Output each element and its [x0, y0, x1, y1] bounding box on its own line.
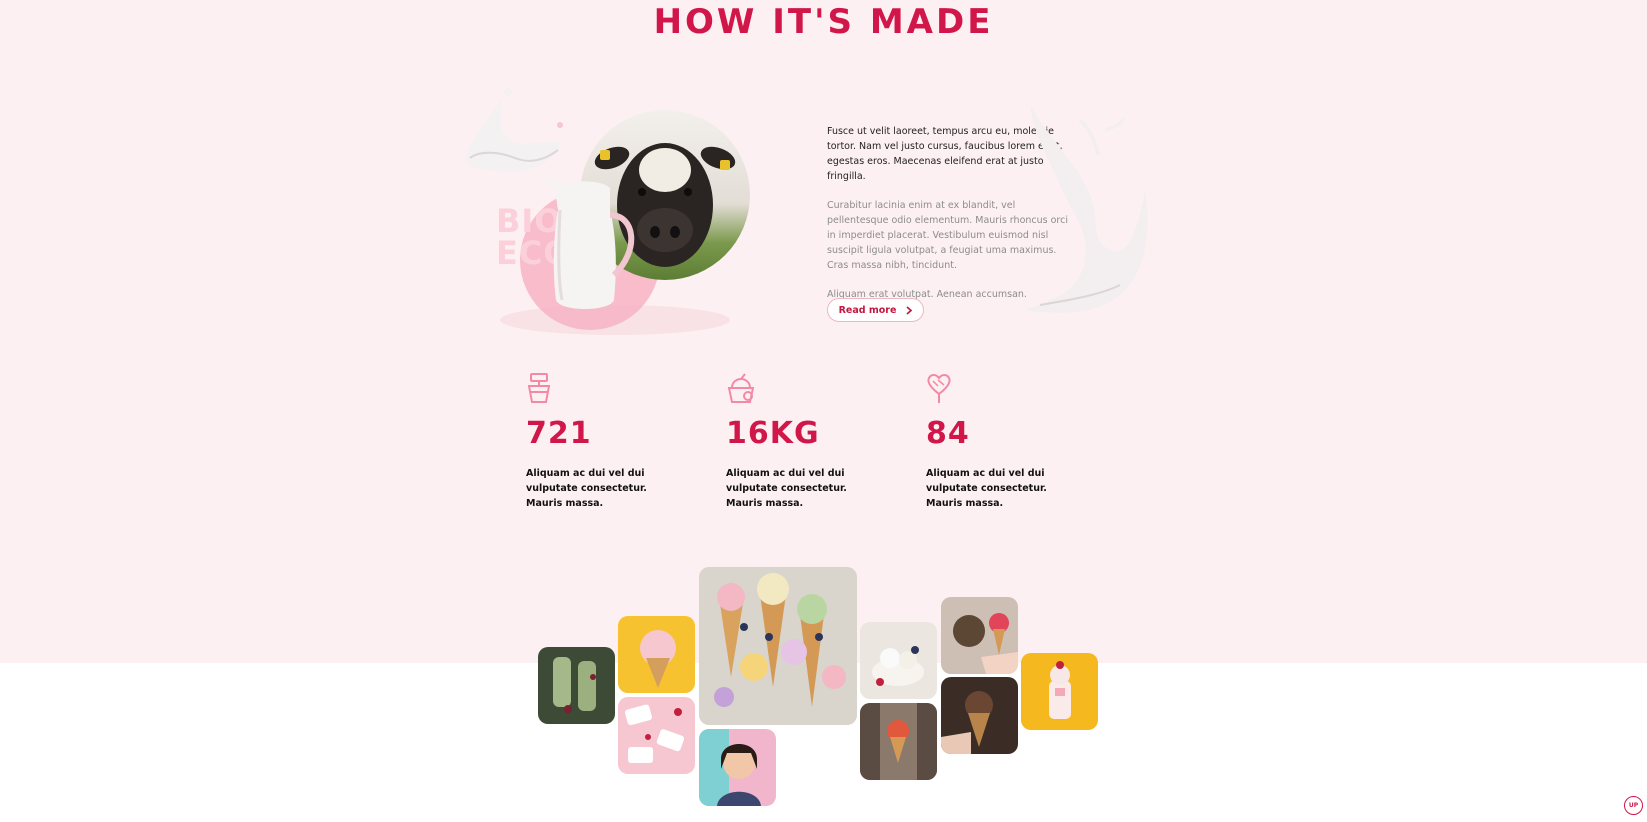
gallery-photo-pink-cone[interactable] [618, 616, 695, 693]
dessert-bowl-icon [727, 373, 755, 403]
read-more-button[interactable]: Read more [827, 298, 924, 322]
gallery-photo-dog-ice-cream[interactable] [941, 597, 1018, 674]
stat-item: 16KG Aliquam ac dui vel dui vulputate co… [726, 372, 906, 511]
milk-illustration: BIO ECO [460, 80, 760, 340]
stat-description: Aliquam ac dui vel dui vulputate consect… [526, 468, 647, 509]
stat-value: 84 [926, 416, 970, 451]
stat-value: 16KG [726, 416, 820, 451]
gallery-photo-smiling-woman[interactable] [699, 729, 776, 806]
stat-item: 84 Aliquam ac dui vel dui vulputate cons… [926, 372, 1106, 511]
gallery-photo-milkshake[interactable] [1021, 653, 1098, 730]
gallery-photo-sundae[interactable] [860, 622, 937, 699]
cup-icon [527, 373, 551, 403]
how-its-made-background [0, 0, 1647, 663]
gallery-photo-matcha-popsicles[interactable] [538, 647, 615, 724]
section-title: HOW IT'S MADE [653, 2, 994, 42]
milk-splash-right-image [1025, 105, 1148, 313]
read-more-label: Read more [838, 304, 897, 316]
chevron-right-icon [906, 305, 913, 315]
stat-description: Aliquam ac dui vel dui vulputate consect… [726, 468, 847, 509]
gallery-photo-street-cone[interactable] [860, 703, 937, 780]
scroll-to-top-button[interactable]: UP [1624, 796, 1643, 815]
stat-description: Aliquam ac dui vel dui vulputate consect… [926, 468, 1047, 509]
heart-popsicle-icon [927, 374, 951, 403]
stat-value: 721 [526, 416, 592, 451]
gallery-photo-berry-bars[interactable] [618, 697, 695, 774]
milk-jug-image [542, 178, 635, 309]
gallery-photo-cones-flatlay[interactable] [699, 567, 857, 725]
stat-item: 721 Aliquam ac dui vel dui vulputate con… [526, 372, 706, 511]
gallery-photo-chocolate-cone[interactable] [941, 677, 1018, 754]
